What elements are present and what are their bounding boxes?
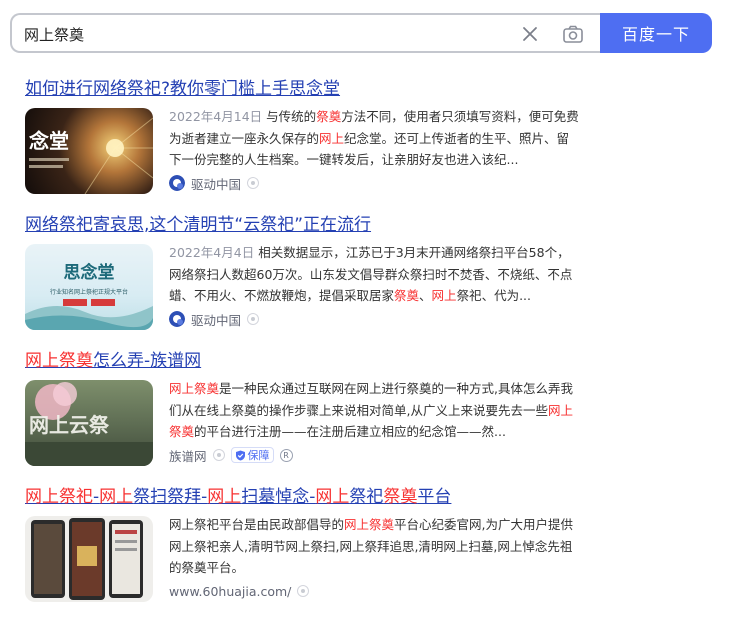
result-source[interactable]: 驱动中国 — [169, 174, 260, 192]
result-thumbnail[interactable]: 念堂 — [25, 108, 153, 194]
result-item: 网上祭祀-网上祭扫祭拜-网上扫墓悼念-网上祭祀祭奠平台 网上祭祀平台是由民政部倡… — [25, 486, 585, 610]
result-title[interactable]: 网络祭祀寄哀思,这个清明节“云祭祀”正在流行 — [25, 214, 585, 236]
thumbnail-text: 念堂 — [29, 129, 69, 153]
result-source[interactable]: 族谱网 保障 R — [169, 446, 293, 464]
result-date: 2022年4月4日 — [169, 245, 255, 260]
result-source[interactable]: 驱动中国 — [169, 310, 260, 328]
result-title[interactable]: 网上祭奠怎么弄-族谱网 — [25, 350, 585, 372]
result-item: 网上祭奠怎么弄-族谱网 网上云祭 网上祭奠是一种民众通过互联网在网上进行祭奠的一… — [25, 350, 585, 474]
result-thumbnail[interactable] — [25, 516, 153, 602]
guarantee-badge[interactable]: 保障 — [230, 447, 274, 463]
search-box[interactable] — [10, 13, 604, 53]
result-abstract: 2022年4月14日 与传统的祭奠方法不同，使用者只须填写资料，便可免费为逝者建立… — [169, 109, 579, 168]
registered-icon[interactable]: R — [279, 448, 293, 462]
close-icon[interactable] — [520, 24, 540, 44]
result-item: 如何进行网络祭祀?教你零门槛上手思念堂 念堂 2022年4月14日 与传统的祭奠方… — [25, 78, 585, 202]
camera-icon[interactable] — [562, 23, 584, 45]
feedback-icon[interactable] — [297, 585, 310, 597]
search-button[interactable]: 百度一下 — [600, 13, 712, 53]
feedback-icon[interactable] — [247, 313, 260, 325]
source-logo-icon — [169, 175, 185, 191]
search-header: 百度一下 — [0, 0, 732, 66]
result-thumbnail[interactable]: 思念堂 行业知名网上祭祀正规大平台 — [25, 244, 153, 330]
feedback-icon[interactable] — [212, 449, 225, 461]
result-abstract: 2022年4月4日 相关数据显示，江苏已于3月末开通网络祭扫平台58个，网络祭扫人… — [169, 245, 573, 304]
search-input[interactable] — [24, 23, 504, 45]
thumbnail-subtext: 行业知名网上祭祀正规大平台 — [50, 288, 128, 296]
result-title[interactable]: 网上祭祀-网上祭扫祭拜-网上扫墓悼念-网上祭祀祭奠平台 — [25, 486, 585, 508]
result-abstract: 网上祭奠是一种民众通过互联网在网上进行祭奠的一种方式,具体怎么弄我们从在线上祭奠… — [169, 381, 573, 440]
result-source[interactable]: www.60huajia.com/ — [169, 582, 310, 600]
source-logo-icon — [169, 311, 185, 327]
result-thumbnail[interactable]: 网上云祭 — [25, 380, 153, 466]
result-abstract: 网上祭祀平台是由民政部倡导的网上祭奠平台心纪委官网,为广大用户提供网上祭祀亲人,… — [169, 517, 574, 576]
result-title[interactable]: 如何进行网络祭祀?教你零门槛上手思念堂 — [25, 78, 585, 100]
result-item: 网络祭祀寄哀思,这个清明节“云祭祀”正在流行 思念堂 行业知名网上祭祀正规大平台… — [25, 214, 585, 338]
thumbnail-text: 思念堂 — [64, 262, 115, 283]
thumbnail-text: 网上云祭 — [29, 413, 110, 437]
result-date: 2022年4月14日 — [169, 109, 263, 124]
shield-check-icon — [235, 450, 245, 460]
feedback-icon[interactable] — [247, 177, 260, 189]
